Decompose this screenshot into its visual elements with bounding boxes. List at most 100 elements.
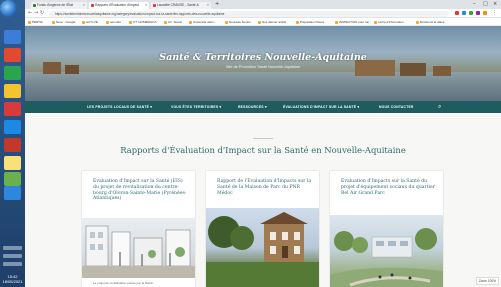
bookmark-item[interactable]: ACTI-VÉ bbox=[81, 18, 98, 26]
menu-item-evaluations[interactable]: ÉVALUATIONS D'IMPACT SUR LA SANTÉ ▾ bbox=[283, 101, 359, 113]
tab-label: Rapports d'Évaluation d'Impact bbox=[95, 3, 139, 7]
taskbar-app-icon[interactable] bbox=[4, 48, 21, 62]
menu-item-projets-locaux[interactable]: LES PROJETS LOCAUX DE SANTÉ ▾ bbox=[87, 101, 152, 113]
article-card-title[interactable]: Évaluation d'Impact sur la Santé (EIS) d… bbox=[93, 179, 188, 202]
bookmark-label: Nexo - Google bbox=[56, 20, 76, 24]
bookmark-label: INSPECTION pour ton bbox=[339, 20, 370, 24]
menu-item-ressources[interactable]: RESSOURCES ▾ bbox=[238, 101, 267, 113]
bookmark-item[interactable]: INSPECTION pour ton bbox=[334, 18, 369, 26]
taskbar-app-icon[interactable] bbox=[4, 156, 21, 170]
bookmark-icon bbox=[296, 20, 299, 24]
street-illustration bbox=[82, 225, 195, 278]
article-card-title[interactable]: Évaluation d'Impacts sur la Santé du pro… bbox=[341, 179, 436, 196]
tray-icons[interactable] bbox=[3, 254, 22, 258]
bookmark-item[interactable]: Arr. Social bbox=[163, 18, 182, 26]
tab-strip: Fonds d'urgence de l'État × Rapports d'É… bbox=[25, 0, 501, 9]
extension-icon[interactable] bbox=[483, 11, 487, 15]
browser-tab[interactable]: Fonds d'urgence de l'État × bbox=[31, 2, 87, 9]
bookmark-icon bbox=[225, 20, 228, 24]
taskbar-app-icon[interactable] bbox=[4, 102, 21, 116]
browser-window: Fonds d'urgence de l'État × Rapports d'É… bbox=[25, 0, 501, 287]
bookmark-label: ITT HOSMÉDICA bbox=[133, 20, 157, 24]
menu-kebab-icon[interactable]: ⋮ bbox=[492, 10, 497, 17]
page-title: Rapports d'Évaluation d'Impact sur la Sa… bbox=[120, 145, 406, 155]
article-card[interactable]: Rapport de l'Évaluation d'Impacts sur la… bbox=[206, 171, 319, 287]
bookmark-icon bbox=[374, 20, 377, 24]
bookmark-icon bbox=[189, 20, 192, 24]
taskbar-app-icon[interactable] bbox=[4, 120, 21, 134]
bookmark-item[interactable]: Nos dernier article bbox=[257, 18, 286, 26]
site-subtitle: Site de Promotion Santé Nouvelle-Aquitai… bbox=[225, 65, 301, 69]
house-photo bbox=[206, 212, 319, 287]
bookmark-item[interactable]: seronda bbox=[105, 18, 121, 26]
site-title[interactable]: Santé & Territoires Nouvelle-Aquitaine bbox=[25, 52, 501, 63]
url-input[interactable]: https://santeterritoiresnouvelleaquitain… bbox=[49, 10, 449, 17]
bookmark-icon bbox=[258, 20, 261, 24]
taskbar-app-icon[interactable] bbox=[4, 84, 21, 98]
address-bar-row: ← → ↻ https://santeterritoiresnouvelleaq… bbox=[25, 9, 501, 18]
taskbar-clock[interactable]: 15:42 18/05/2021 bbox=[1, 274, 24, 284]
bookmark-item[interactable]: Nexo - Google bbox=[51, 18, 75, 26]
close-tab-icon[interactable]: × bbox=[207, 2, 209, 9]
back-icon[interactable]: ← bbox=[28, 10, 32, 17]
maximize-icon[interactable]: □ bbox=[483, 1, 488, 7]
browser-tab-active[interactable]: Rapports d'Évaluation d'Impact × bbox=[89, 2, 149, 9]
browser-tab[interactable]: Lavanitié CRAVISE - Santé & × bbox=[151, 2, 211, 9]
bookmark-item[interactable]: Décisions et aides bbox=[415, 18, 444, 26]
article-card-title[interactable]: Rapport de l'Évaluation d'Impacts sur la… bbox=[217, 179, 312, 196]
bookmark-item[interactable]: Université dans... bbox=[188, 18, 216, 26]
zoom-indicator[interactable]: Zoom 100% bbox=[475, 277, 499, 285]
taskbar-app-icon[interactable] bbox=[4, 172, 21, 186]
taskbar-app-icon[interactable] bbox=[4, 66, 21, 80]
menu-item-contact[interactable]: NOUS CONTACTER bbox=[379, 101, 414, 113]
tab-favicon-icon bbox=[33, 4, 36, 7]
main-navigation: LES PROJETS LOCAUX DE SANTÉ ▾ VOUS ÊTES … bbox=[25, 101, 501, 113]
taskbar-app-icon[interactable] bbox=[4, 138, 21, 152]
taskbar-app-icon[interactable] bbox=[4, 30, 21, 44]
article-card[interactable]: Évaluation d'Impact sur la Santé (EIS) d… bbox=[82, 171, 195, 287]
extension-icon[interactable] bbox=[476, 11, 480, 15]
clock-date: 18/05/2021 bbox=[2, 279, 23, 284]
reload-icon[interactable]: ↻ bbox=[40, 10, 44, 17]
bookmark-item[interactable]: ITT HOSMÉDICA bbox=[128, 18, 156, 26]
bookmark-label: Décisions et aides bbox=[420, 20, 445, 24]
forward-icon[interactable]: → bbox=[34, 10, 38, 17]
search-icon[interactable]: ⌕ bbox=[438, 103, 441, 111]
taskbar-app-icon[interactable] bbox=[4, 186, 21, 200]
article-card-excerpt: Le projet de revitalisation portée par l… bbox=[93, 281, 154, 285]
bookmark-icon bbox=[164, 20, 167, 24]
bookmark-item[interactable]: PERTIA bbox=[27, 18, 43, 26]
article-card[interactable]: Évaluation d'Impacts sur la Santé du pro… bbox=[330, 171, 443, 287]
article-card-image[interactable] bbox=[330, 215, 443, 287]
extension-icon[interactable] bbox=[462, 11, 466, 15]
extension-icon[interactable] bbox=[469, 11, 473, 15]
bookmark-item[interactable]: Préparation Pierre bbox=[295, 18, 324, 26]
close-window-icon[interactable]: × bbox=[493, 1, 497, 7]
article-card-image[interactable] bbox=[206, 208, 319, 287]
bookmark-icon bbox=[106, 20, 109, 24]
hero-banner: Santé & Territoires Nouvelle-Aquitaine S… bbox=[25, 26, 501, 101]
bookmark-item[interactable]: Lettre d'information bbox=[373, 18, 404, 26]
extension-icon[interactable] bbox=[455, 11, 459, 15]
close-tab-icon[interactable]: × bbox=[83, 2, 85, 9]
start-button[interactable] bbox=[0, 0, 17, 17]
menu-item-territoires[interactable]: VOUS ÊTES TERRITOIRES ▾ bbox=[171, 101, 221, 113]
bookmark-icon bbox=[82, 20, 85, 24]
tab-favicon-icon bbox=[91, 4, 94, 7]
tray-icons[interactable] bbox=[3, 262, 22, 266]
close-tab-icon[interactable]: × bbox=[145, 2, 147, 9]
bookmark-label: PERTIA bbox=[32, 20, 43, 24]
bookmark-label: Préparation Pierre bbox=[300, 20, 325, 24]
bookmark-icon bbox=[52, 20, 55, 24]
bookmark-item[interactable]: Nouveau bouton bbox=[224, 18, 251, 26]
hero-water-decoration bbox=[25, 72, 501, 101]
article-card-image[interactable] bbox=[82, 218, 195, 278]
bookmark-label: Arr. Social bbox=[168, 20, 182, 24]
windows-taskbar: 15:42 18/05/2021 bbox=[0, 0, 25, 287]
bookmark-icon bbox=[335, 20, 338, 24]
new-tab-icon[interactable]: + bbox=[215, 1, 219, 7]
minimize-icon[interactable]: – bbox=[473, 1, 476, 7]
bookmark-icon bbox=[28, 20, 31, 24]
tray-icons[interactable] bbox=[3, 246, 22, 250]
bookmark-icon bbox=[416, 20, 419, 24]
